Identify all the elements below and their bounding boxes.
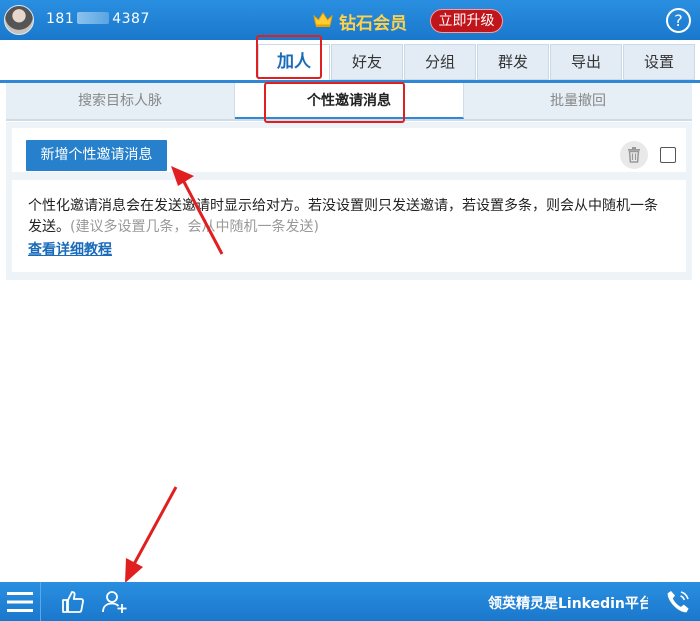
info-text: 个性化邀请消息会在发送邀请时显示给对方。若没设置则只发送邀请，若设置多条，则会从… — [28, 196, 668, 238]
highlight-tab-add-people — [256, 35, 322, 79]
add-invite-message-button[interactable]: 新增个性邀请消息 — [26, 140, 167, 171]
content-panel: 新增个性邀请消息 个性化邀请消息会在发送邀请时显示给对方。若没设置则只发送邀请，… — [6, 122, 692, 280]
info-hint: (建议多设置几条，会从中随机一条发送) — [70, 219, 319, 235]
menu-icon[interactable] — [6, 590, 34, 614]
tab-groups[interactable]: 分组 — [404, 44, 476, 80]
subtab-bulk-withdraw[interactable]: 批量撤回 — [464, 83, 692, 119]
phone-prefix: 181 — [46, 11, 75, 27]
app-window: 181 4387 钻石会员 立即升级 ? 加人 好友 分组 群发 导出 设置 搜索… — [0, 0, 700, 621]
trash-icon — [628, 147, 640, 163]
main-tabs: 加人 好友 分组 群发 导出 设置 — [258, 44, 696, 81]
crown-icon — [313, 12, 333, 27]
select-all-checkbox[interactable] — [660, 147, 676, 163]
phone-suffix: 4387 — [112, 11, 150, 27]
tab-bulk-send[interactable]: 群发 — [477, 44, 549, 80]
tutorial-link[interactable]: 查看详细教程 — [28, 239, 112, 259]
tab-friends[interactable]: 好友 — [331, 44, 403, 80]
upgrade-button[interactable]: 立即升级 — [430, 9, 503, 33]
avatar[interactable] — [4, 5, 34, 35]
delete-button[interactable] — [620, 141, 648, 169]
phone-icon[interactable] — [664, 588, 692, 616]
tab-settings[interactable]: 设置 — [623, 44, 695, 80]
membership-label: 钻石会员 — [339, 14, 407, 34]
bottom-bar: 领英精灵是Linkedin平台 — [0, 582, 700, 621]
phone-mask — [77, 12, 110, 24]
help-icon[interactable]: ? — [666, 8, 691, 33]
toolbar: 新增个性邀请消息 — [12, 128, 686, 172]
account-phone: 181 4387 — [46, 11, 150, 27]
arrow-to-add-user-icon-head — [125, 558, 143, 583]
promo-ticker: 领英精灵是Linkedin平台 — [488, 596, 648, 612]
arrow-to-add-user-icon — [131, 486, 178, 567]
info-box: 个性化邀请消息会在发送邀请时显示给对方。若没设置则只发送邀请，若设置多条，则会从… — [12, 180, 686, 272]
thumbs-up-icon[interactable] — [60, 589, 86, 615]
add-user-icon[interactable] — [101, 588, 129, 616]
top-header: 181 4387 钻石会员 立即升级 ? — [0, 0, 700, 40]
bottom-divider — [40, 582, 41, 621]
subtab-search-contacts[interactable]: 搜索目标人脉 — [6, 83, 235, 119]
tab-export[interactable]: 导出 — [550, 44, 622, 80]
highlight-subtab-invite-message — [264, 82, 405, 123]
